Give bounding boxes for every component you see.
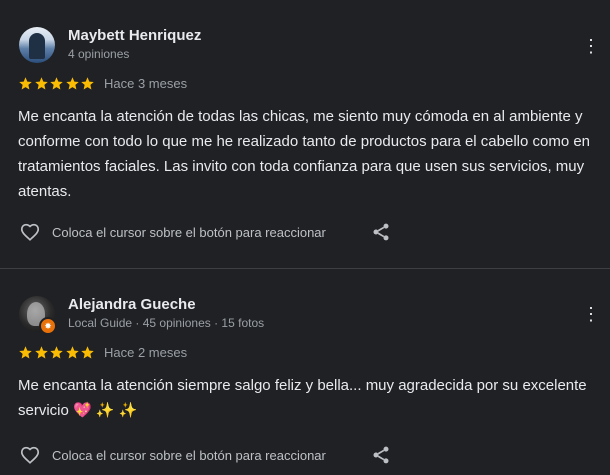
- review-date: Hace 3 meses: [104, 76, 188, 91]
- star-icon: [19, 346, 32, 359]
- star-rating: [18, 75, 96, 91]
- author-meta: Local Guide · 45 opiniones · 15 fotos: [68, 316, 265, 330]
- star-icon: [34, 346, 48, 359]
- review-date: Hace 2 meses: [104, 345, 188, 360]
- avatar[interactable]: [19, 27, 55, 63]
- star-rating: [18, 344, 96, 360]
- review-text: Me encanta la atención de todas las chic…: [18, 108, 591, 200]
- more-vert-icon: ⋮: [582, 304, 600, 324]
- star-icon: [19, 77, 32, 90]
- review-text: Me encanta la atención siempre salgo fel…: [18, 377, 587, 419]
- author-name[interactable]: Maybett Henriquez: [68, 27, 201, 44]
- star-icon: [81, 77, 94, 90]
- star-icon: [50, 77, 63, 90]
- heart-outline-icon: [20, 223, 40, 241]
- author-meta: 4 opiniones: [68, 47, 130, 61]
- react-button[interactable]: Coloca el cursor sobre el botón para rea…: [19, 220, 326, 244]
- divider: [0, 268, 610, 269]
- review-card: Maybett Henriquez 4 opiniones ⋮ Hace 3 m…: [0, 0, 610, 268]
- more-options-button[interactable]: ⋮: [582, 36, 600, 56]
- share-icon[interactable]: [371, 445, 391, 465]
- react-button[interactable]: Coloca el cursor sobre el botón para rea…: [19, 443, 326, 467]
- react-label: Coloca el cursor sobre el botón para rea…: [52, 447, 326, 463]
- local-guide-badge-icon: ✸: [39, 317, 57, 335]
- star-icon: [65, 346, 79, 359]
- heart-outline-icon: [20, 446, 40, 464]
- author-name[interactable]: Alejandra Gueche: [68, 296, 196, 313]
- more-options-button[interactable]: ⋮: [582, 304, 600, 324]
- more-vert-icon: ⋮: [582, 36, 600, 56]
- star-icon: [81, 346, 94, 359]
- share-icon[interactable]: [371, 222, 391, 242]
- star-icon: [50, 346, 63, 359]
- star-icon: [34, 77, 48, 90]
- star-icon: [65, 77, 79, 90]
- react-label: Coloca el cursor sobre el botón para rea…: [52, 224, 326, 240]
